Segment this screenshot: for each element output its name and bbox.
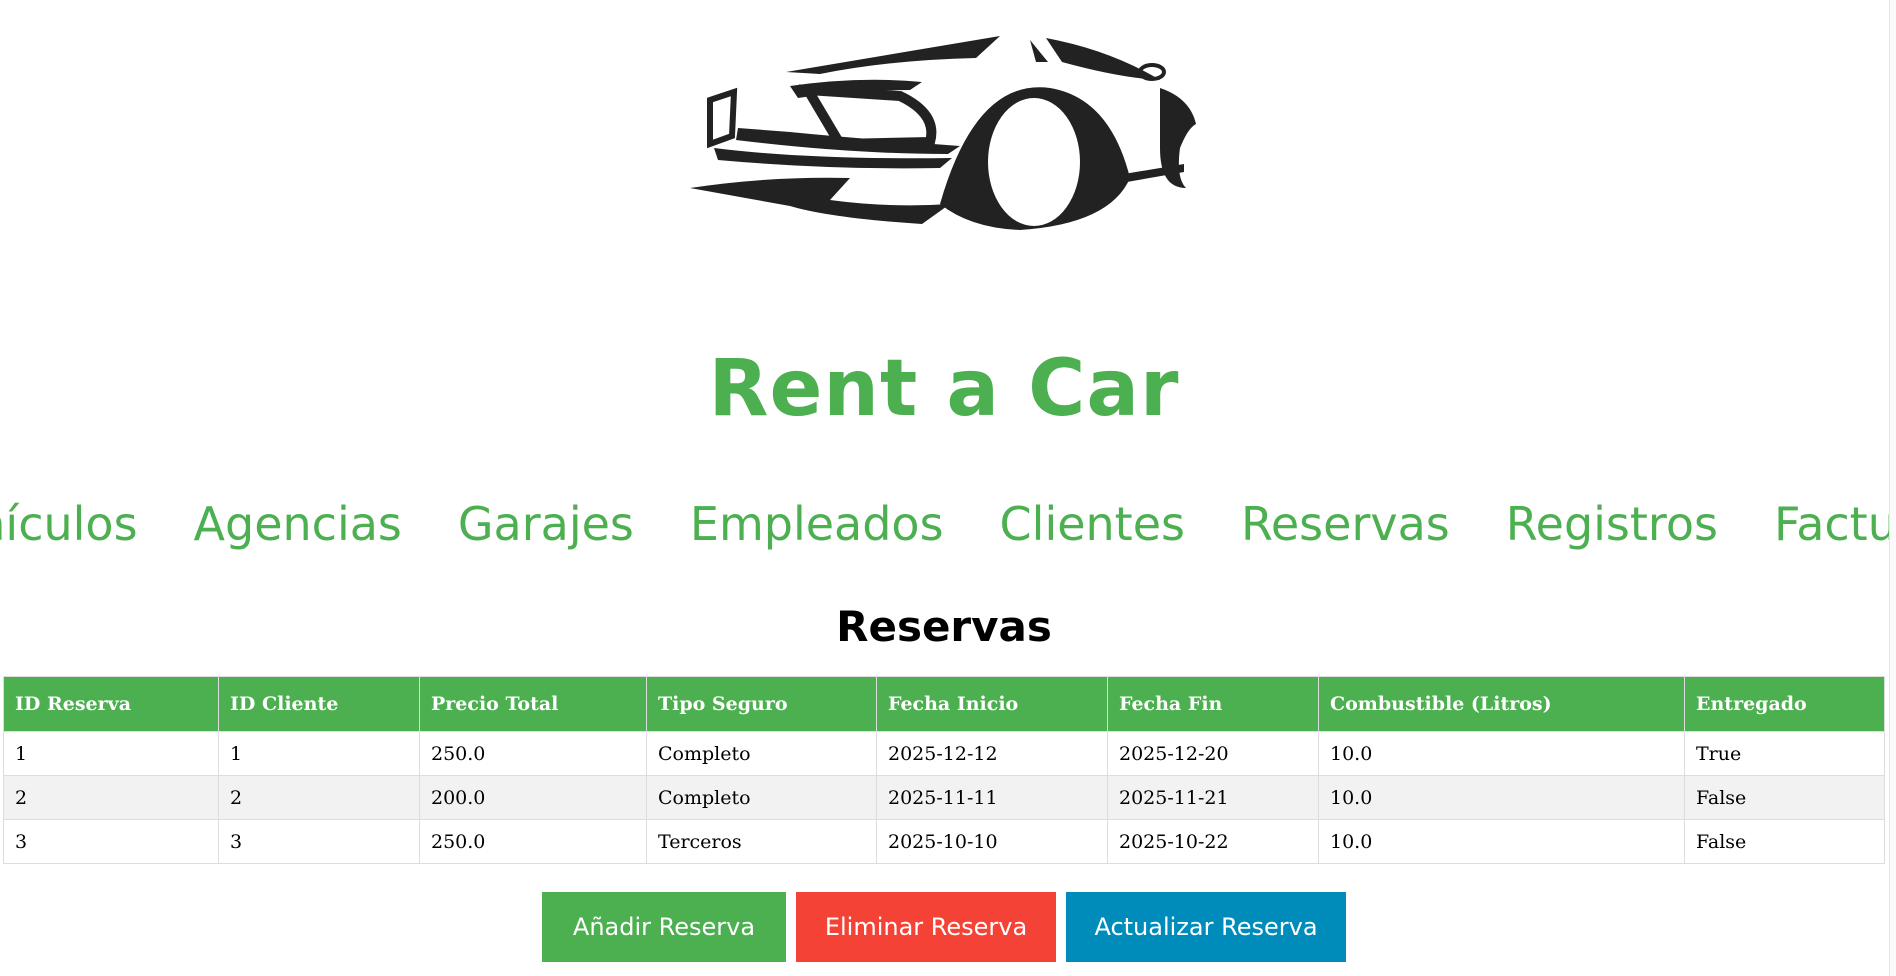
cell-tipo-seguro: Terceros — [646, 819, 877, 864]
update-reservation-button[interactable]: Actualizar Reserva — [1066, 892, 1346, 962]
nav-item-garajes[interactable]: Garajes — [458, 498, 634, 551]
column-header-id-cliente: ID Cliente — [218, 676, 420, 732]
column-header-combustible: Combustible (Litros) — [1318, 676, 1685, 732]
table-header-row: ID Reserva ID Cliente Precio Total Tipo … — [3, 676, 1885, 732]
column-header-entregado: Entregado — [1684, 676, 1885, 732]
section-title: Reservas — [836, 602, 1052, 651]
cell-combustible: 10.0 — [1318, 731, 1685, 776]
cell-id-cliente: 1 — [218, 731, 420, 776]
cell-tipo-seguro: Completo — [646, 731, 877, 776]
nav-item-vehiculos[interactable]: Vehículos — [0, 498, 138, 551]
delete-reservation-button[interactable]: Eliminar Reserva — [796, 892, 1056, 962]
page: Rent a Car Vehículos Agencias Garajes Em… — [0, 0, 1896, 976]
nav-item-empleados[interactable]: Empleados — [690, 498, 944, 551]
nav-item-registros[interactable]: Registros — [1506, 498, 1718, 551]
cell-id-reserva: 3 — [3, 819, 219, 864]
column-header-fecha-fin: Fecha Fin — [1107, 676, 1319, 732]
cell-fecha-fin: 2025-11-21 — [1107, 775, 1319, 820]
nav-item-facturas[interactable]: Facturas — [1774, 498, 1896, 551]
cell-combustible: 10.0 — [1318, 775, 1685, 820]
cell-fecha-inicio: 2025-10-10 — [876, 819, 1108, 864]
reservations-table: ID Reserva ID Cliente Precio Total Tipo … — [3, 676, 1885, 864]
table-row[interactable]: 3 3 250.0 Terceros 2025-10-10 2025-10-22… — [3, 819, 1885, 864]
table-row[interactable]: 1 1 250.0 Completo 2025-12-12 2025-12-20… — [3, 731, 1885, 776]
cell-precio-total: 250.0 — [419, 819, 647, 864]
cell-precio-total: 200.0 — [419, 775, 647, 820]
main-nav: Vehículos Agencias Garajes Empleados Cli… — [0, 498, 1896, 551]
column-header-tipo-seguro: Tipo Seguro — [646, 676, 877, 732]
cell-id-reserva: 2 — [3, 775, 219, 820]
cell-entregado: False — [1684, 775, 1885, 820]
cell-id-cliente: 3 — [218, 819, 420, 864]
cell-fecha-inicio: 2025-11-11 — [876, 775, 1108, 820]
cell-tipo-seguro: Completo — [646, 775, 877, 820]
cell-id-reserva: 1 — [3, 731, 219, 776]
column-header-id-reserva: ID Reserva — [3, 676, 219, 732]
cell-entregado: True — [1684, 731, 1885, 776]
cell-fecha-fin: 2025-12-20 — [1107, 731, 1319, 776]
cell-precio-total: 250.0 — [419, 731, 647, 776]
cell-id-cliente: 2 — [218, 775, 420, 820]
cell-entregado: False — [1684, 819, 1885, 864]
nav-item-reservas[interactable]: Reservas — [1241, 498, 1450, 551]
column-header-fecha-inicio: Fecha Inicio — [876, 676, 1108, 732]
table-row[interactable]: 2 2 200.0 Completo 2025-11-11 2025-11-21… — [3, 775, 1885, 820]
add-reservation-button[interactable]: Añadir Reserva — [542, 892, 786, 962]
cell-fecha-inicio: 2025-12-12 — [876, 731, 1108, 776]
nav-item-clientes[interactable]: Clientes — [1000, 498, 1185, 551]
cell-fecha-fin: 2025-10-22 — [1107, 819, 1319, 864]
page-title: Rent a Car — [708, 344, 1180, 434]
car-silhouette-icon — [690, 36, 1196, 230]
column-header-precio-total: Precio Total — [419, 676, 647, 732]
nav-item-agencias[interactable]: Agencias — [194, 498, 402, 551]
cell-combustible: 10.0 — [1318, 819, 1685, 864]
action-buttons: Añadir Reserva Eliminar Reserva Actualiz… — [0, 892, 1888, 962]
scrollbar[interactable] — [1889, 0, 1896, 976]
